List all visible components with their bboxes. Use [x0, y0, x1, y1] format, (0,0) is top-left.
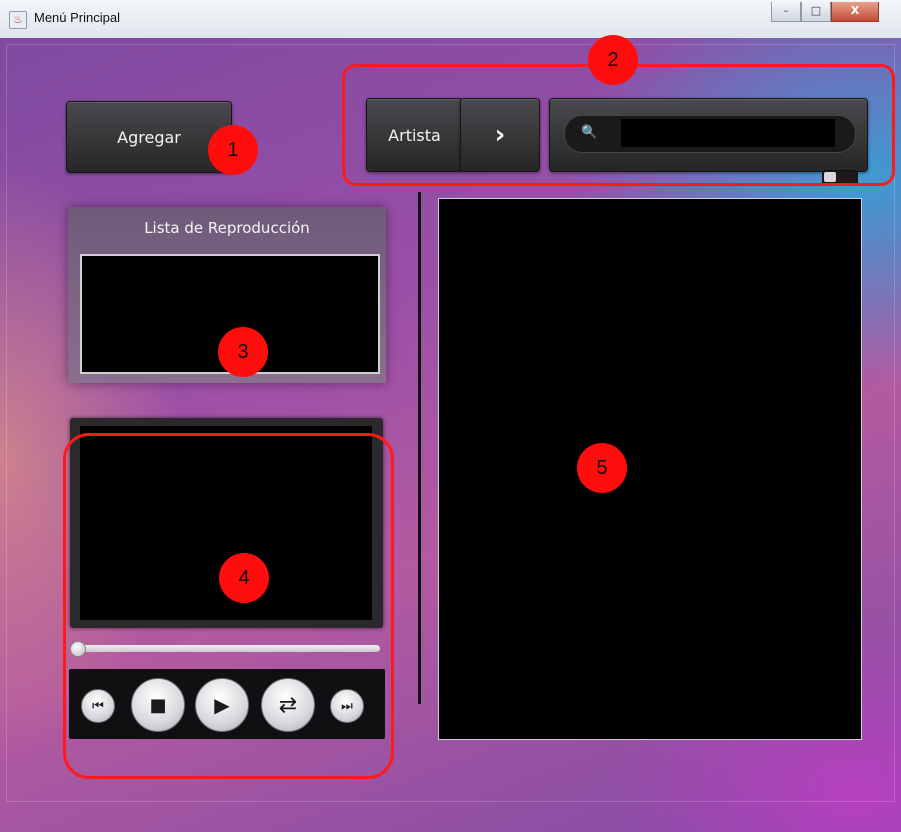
annotation-badge-3: 3 — [218, 327, 268, 377]
window-title: Menú Principal — [34, 10, 120, 25]
filter-artist-button[interactable]: Artista — [366, 98, 463, 172]
next-button[interactable]: ⏭ — [330, 689, 364, 723]
filter-artist-label: Artista — [388, 125, 441, 145]
shuffle-icon: ⇄ — [278, 692, 298, 718]
add-button-label: Agregar — [117, 127, 181, 147]
annotation-badge-1: 1 — [208, 125, 258, 175]
minimize-button[interactable]: – — [771, 2, 801, 22]
annotation-badge-5: 5 — [577, 443, 627, 493]
stop-button[interactable]: ■ — [131, 678, 185, 732]
maximize-button[interactable]: □ — [801, 2, 831, 22]
main-display-area[interactable] — [438, 198, 862, 740]
playlist-title: Lista de Reproducción — [144, 219, 310, 237]
play-button[interactable]: ▶ — [195, 678, 249, 732]
search-input[interactable] — [621, 119, 835, 147]
view-toggle[interactable] — [822, 170, 858, 186]
toggle-knob — [824, 172, 836, 182]
seek-track[interactable] — [76, 645, 380, 652]
shuffle-button[interactable]: ⇄ — [261, 678, 315, 732]
vertical-divider — [418, 192, 421, 704]
play-icon: ▶ — [214, 693, 230, 717]
previous-icon: ⏮ — [92, 698, 104, 714]
filter-next-button[interactable]: › — [460, 98, 540, 172]
java-app-icon: ♨ — [9, 11, 27, 29]
annotation-badge-2: 2 — [588, 35, 638, 85]
seek-slider-thumb[interactable] — [70, 641, 86, 657]
annotation-badge-4: 4 — [219, 553, 269, 603]
stop-icon: ■ — [149, 694, 167, 716]
title-bar: ♨ Menú Principal – □ X — [0, 0, 901, 39]
close-button[interactable]: X — [831, 2, 879, 22]
window-controls: – □ X — [771, 2, 879, 22]
add-button[interactable]: Agregar — [66, 101, 232, 173]
playback-controls: ⏮ ■ ▶ ⇄ ⏭ — [69, 669, 385, 739]
search-pill: 🔍 — [564, 115, 856, 153]
chevron-right-icon: › — [494, 120, 506, 150]
next-icon: ⏭ — [341, 698, 353, 714]
search-icon: 🔍 — [581, 125, 598, 140]
previous-button[interactable]: ⏮ — [81, 689, 115, 723]
search-box: 🔍 — [549, 98, 868, 172]
